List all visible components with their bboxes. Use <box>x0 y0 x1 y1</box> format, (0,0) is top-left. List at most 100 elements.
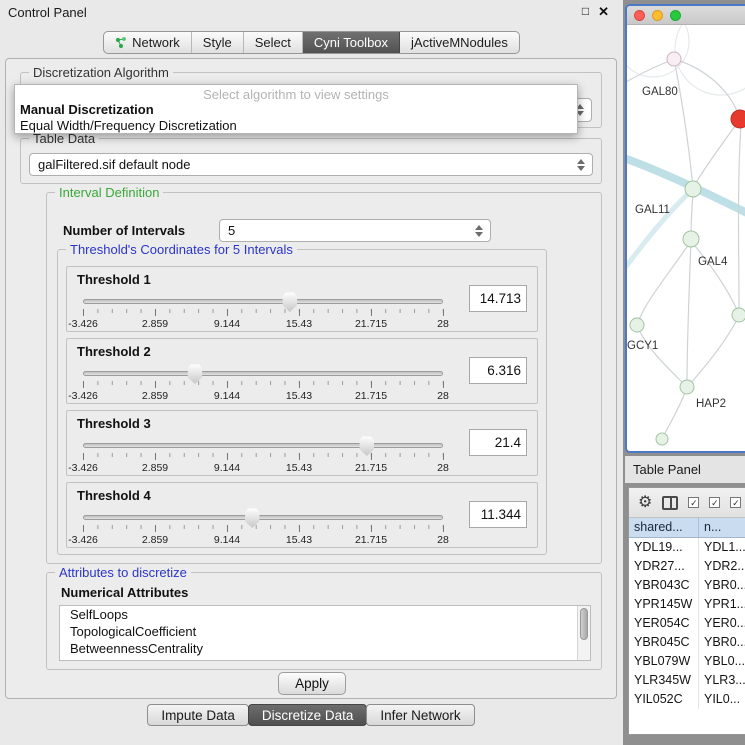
table-cell[interactable]: YPR145W <box>629 595 699 614</box>
table-cell[interactable]: YDL1... <box>699 538 745 557</box>
tab-style[interactable]: Style <box>192 32 244 53</box>
network-node[interactable] <box>630 318 644 332</box>
tab-discretize-data[interactable]: Discretize Data <box>248 704 368 726</box>
network-canvas[interactable]: GAL80 GAL11 GAL4 GCY1 HAP2 <box>627 25 745 453</box>
table-cell[interactable]: YIL0... <box>699 690 745 709</box>
thresholds-group: Threshold's Coordinates for 5 Intervals … <box>57 249 547 555</box>
table-row[interactable]: YDR27... YDR2... <box>629 557 745 576</box>
table-cell[interactable]: YER0... <box>699 614 745 633</box>
table-row[interactable]: YBR045C YBR0... <box>629 633 745 652</box>
restore-icon[interactable]: □ <box>582 4 589 20</box>
checkbox-icon[interactable]: ✓ <box>688 497 699 508</box>
table-cell[interactable]: YDL19... <box>629 538 699 557</box>
network-node[interactable] <box>685 181 701 197</box>
close-icon[interactable]: ✕ <box>598 4 609 20</box>
table-row[interactable]: YER054C YER0... <box>629 614 745 633</box>
scrollbar-thumb[interactable] <box>580 608 588 640</box>
table-data-combo[interactable]: galFiltered.sif default node <box>29 153 593 176</box>
table-cell[interactable]: YBR045C <box>629 633 699 652</box>
network-edge[interactable] <box>627 189 693 273</box>
discretization-algorithm-label: Discretization Algorithm <box>29 65 173 80</box>
network-node-red[interactable] <box>731 110 745 128</box>
checkbox-icon[interactable]: ✓ <box>730 497 741 508</box>
table-cell[interactable]: YDR27... <box>629 557 699 576</box>
network-window: GAL80 GAL11 GAL4 GCY1 HAP2 <box>625 4 745 453</box>
table-row[interactable]: YBL079W YBL0... <box>629 652 745 671</box>
scale-label: 15.43 <box>286 390 312 402</box>
control-panel: Control Panel □ ✕ Network Style Se <box>0 0 623 745</box>
attribute-item[interactable]: TopologicalCoefficient <box>60 623 590 640</box>
columns-icon[interactable] <box>662 496 678 510</box>
network-node[interactable] <box>656 433 668 445</box>
network-node[interactable] <box>667 52 681 66</box>
number-of-intervals-combo[interactable]: 5 <box>219 219 491 242</box>
slider-track[interactable] <box>83 371 443 376</box>
network-edge[interactable] <box>627 60 672 85</box>
slider-track[interactable] <box>83 515 443 520</box>
network-node[interactable] <box>683 231 699 247</box>
network-edge[interactable] <box>638 241 691 322</box>
network-edge[interactable] <box>663 390 686 437</box>
minimize-button[interactable] <box>652 10 663 21</box>
slider-track[interactable] <box>83 443 443 448</box>
network-edge[interactable] <box>689 318 738 385</box>
attribute-item[interactable]: SelfLoops <box>60 606 590 623</box>
threshold-2-slider: -3.4262.8599.14415.4321.71528 <box>83 363 443 403</box>
tab-infer-network[interactable]: Infer Network <box>366 704 474 726</box>
checkbox-icon[interactable]: ✓ <box>709 497 720 508</box>
algorithm-placeholder: Select algorithm to view settings <box>15 85 577 102</box>
attributes-list[interactable]: SelfLoopsTopologicalCoefficientBetweenne… <box>59 605 591 661</box>
list-scrollbar[interactable] <box>577 606 590 660</box>
threshold-3-value-input[interactable] <box>469 429 527 456</box>
network-edge[interactable] <box>694 119 740 186</box>
network-node[interactable] <box>680 380 694 394</box>
threshold-1-value-input[interactable] <box>469 285 527 312</box>
table-cell[interactable]: YBR0... <box>699 633 745 652</box>
network-edge[interactable] <box>691 241 738 312</box>
attribute-item[interactable]: BetweennessCentrality <box>60 640 590 657</box>
threshold-3-label: Threshold 3 <box>77 416 151 431</box>
algorithm-option-equal-width[interactable]: Equal Width/Frequency Discretization <box>15 118 577 134</box>
table-cell[interactable]: YLR3... <box>699 671 745 690</box>
threshold-2-value-input[interactable] <box>469 357 527 384</box>
table-row[interactable]: YBR043C YBR0... <box>629 576 745 595</box>
table-row[interactable]: YPR145W YPR1... <box>629 595 745 614</box>
table-cell[interactable]: YBL079W <box>629 652 699 671</box>
zoom-button[interactable] <box>670 10 681 21</box>
table-row[interactable]: YLR345W YLR3... <box>629 671 745 690</box>
table-cell[interactable]: YER054C <box>629 614 699 633</box>
table-cell[interactable]: YBR0... <box>699 576 745 595</box>
network-edge[interactable] <box>687 241 691 383</box>
algorithm-option-manual[interactable]: Manual Discretization <box>15 102 577 118</box>
table-cell[interactable]: YBR043C <box>629 576 699 595</box>
network-edge[interactable] <box>638 328 684 384</box>
tab-impute-data[interactable]: Impute Data <box>147 704 249 726</box>
table-row[interactable]: YDL19... YDL1... <box>629 538 745 557</box>
network-node-label: GAL4 <box>698 256 728 268</box>
network-node[interactable] <box>732 308 745 322</box>
network-edge[interactable] <box>691 193 693 235</box>
scale-label: 21.715 <box>355 534 387 546</box>
threshold-4-value-input[interactable] <box>469 501 527 528</box>
table-row[interactable]: YIL052C YIL0... <box>629 690 745 709</box>
apply-button[interactable]: Apply <box>278 672 346 695</box>
network-edge[interactable] <box>739 125 742 311</box>
column-header[interactable]: n... <box>699 518 745 537</box>
column-header[interactable]: shared... <box>629 518 699 537</box>
table-cell[interactable]: YDR2... <box>699 557 745 576</box>
slider-ticks <box>83 453 443 460</box>
slider-track[interactable] <box>83 299 443 304</box>
table-cell[interactable]: YPR1... <box>699 595 745 614</box>
network-window-titlebar[interactable] <box>627 6 745 25</box>
tab-cyni-toolbox[interactable]: Cyni Toolbox <box>303 32 400 53</box>
table-cell[interactable]: YLR345W <box>629 671 699 690</box>
tab-jactivemnodules[interactable]: jActiveMNodules <box>400 32 519 53</box>
table-cell[interactable]: YBL0... <box>699 652 745 671</box>
network-edge[interactable] <box>674 59 739 116</box>
network-edge[interactable] <box>674 59 693 187</box>
tab-network[interactable]: Network <box>104 32 192 53</box>
close-button[interactable] <box>634 10 645 21</box>
gear-icon[interactable]: ⚙ <box>638 495 652 511</box>
tab-select[interactable]: Select <box>244 32 303 53</box>
table-cell[interactable]: YIL052C <box>629 690 699 709</box>
